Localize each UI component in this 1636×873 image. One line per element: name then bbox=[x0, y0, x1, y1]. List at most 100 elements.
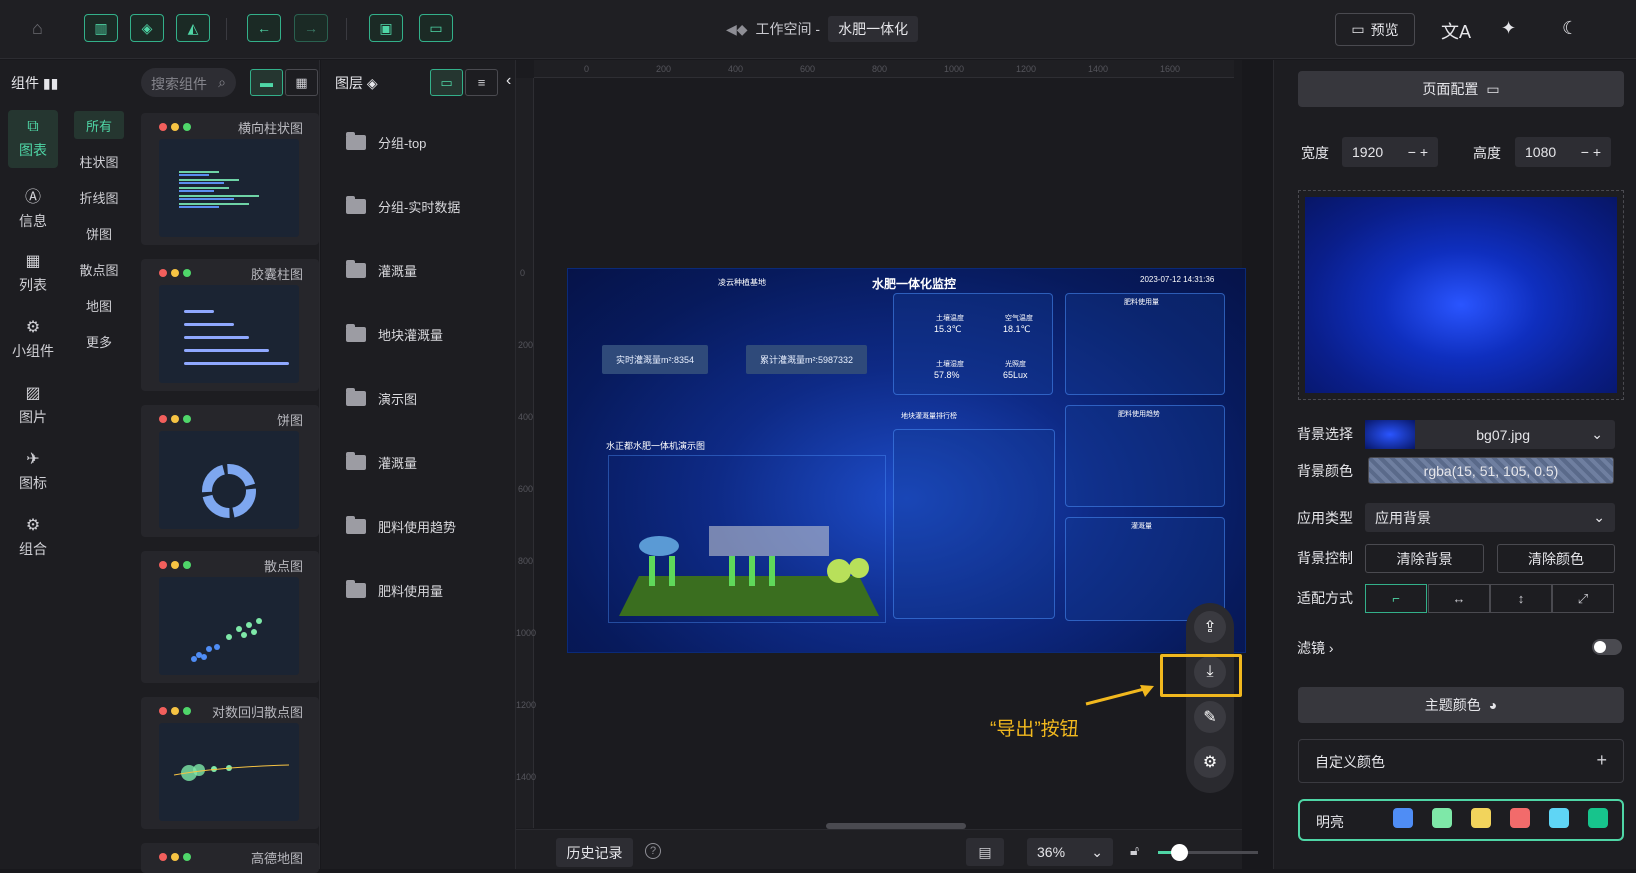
dark-mode-icon[interactable]: ☾ bbox=[1562, 18, 1578, 39]
project-name[interactable]: 水肥一体化 bbox=[828, 16, 919, 42]
details-toggle-button[interactable]: ◭ bbox=[176, 14, 210, 42]
component-card[interactable]: 横向柱状图 bbox=[141, 113, 319, 245]
zoom-slider[interactable] bbox=[1158, 844, 1258, 861]
folder-icon bbox=[346, 388, 366, 406]
ruler-tick: 1200 bbox=[1016, 64, 1037, 74]
lock-icon[interactable]: 🔓︎ bbox=[1130, 842, 1139, 859]
component-card[interactable]: 对数回归散点图 bbox=[141, 697, 319, 829]
minimap-icon[interactable]: ▤ bbox=[966, 838, 1004, 866]
save-button[interactable]: ▣ bbox=[369, 14, 403, 42]
subcategory-scatter[interactable]: 散点图 bbox=[74, 255, 124, 283]
filter-toggle[interactable] bbox=[1592, 639, 1622, 655]
dashboard-screen[interactable]: 凌云种植基地 水肥一体化监控 2023-07-12 14:31:36 实时灌溉量… bbox=[567, 268, 1246, 653]
layer-item[interactable]: 肥料使用量 bbox=[346, 580, 443, 600]
sensor-label: 空气温度 bbox=[1005, 315, 1033, 322]
subcategory-more[interactable]: 更多 bbox=[74, 327, 124, 355]
fit-default-button[interactable]: ⌐ bbox=[1365, 584, 1427, 613]
ruler-tick: 200 bbox=[656, 64, 672, 74]
fit-height-button[interactable]: ↕ bbox=[1490, 584, 1552, 613]
widget-icon: ⚙ bbox=[25, 319, 41, 336]
bg-image-select[interactable]: bg07.jpg ⌄ bbox=[1365, 420, 1615, 449]
redo-button[interactable]: → bbox=[294, 14, 328, 42]
undo-button[interactable]: ← bbox=[247, 14, 281, 42]
charts-toggle-button[interactable]: ▥ bbox=[84, 14, 118, 42]
component-card[interactable]: 胶囊柱图 bbox=[141, 259, 319, 391]
edit-icon[interactable]: ✎ bbox=[1194, 701, 1226, 733]
card-view-button[interactable]: ▬ bbox=[250, 69, 283, 96]
horizontal-ruler: 0 200 400 600 800 1000 1200 1400 1600 bbox=[534, 60, 1234, 78]
fit-width-button[interactable]: ↔ bbox=[1428, 584, 1490, 613]
canvas-h-scrollbar[interactable] bbox=[826, 823, 966, 829]
layer-item[interactable]: 演示图 bbox=[346, 388, 417, 408]
folder-icon bbox=[346, 324, 366, 342]
subcategory-all[interactable]: 所有 bbox=[74, 111, 124, 139]
width-label: 宽度 bbox=[1301, 145, 1329, 161]
theme-preset-bright[interactable]: 明亮 bbox=[1298, 799, 1624, 841]
layer-item[interactable]: 灌溉量 bbox=[346, 260, 417, 280]
minus-plus-icon[interactable]: − + bbox=[1581, 144, 1601, 160]
apply-type-select[interactable]: 应用背景 ⌄ bbox=[1365, 503, 1615, 532]
plane-icon: ✈ bbox=[26, 451, 40, 468]
category-info[interactable]: Ⓐ 信息 bbox=[8, 178, 58, 236]
grid-view-button[interactable]: ▦ bbox=[285, 69, 318, 96]
layer-thumb-view-button[interactable]: ▭ bbox=[430, 69, 463, 96]
sensor-value: 15.3℃ bbox=[934, 324, 962, 334]
theme-swatch bbox=[1432, 808, 1452, 828]
zoom-select[interactable]: 36% ⌄ bbox=[1027, 838, 1113, 866]
custom-color-row[interactable]: 自定义颜色 + bbox=[1298, 739, 1624, 783]
fit-full-button[interactable]: ⤢ bbox=[1552, 584, 1614, 613]
ruler-tick: 1000 bbox=[516, 628, 537, 638]
irrigation-title: 灌溉量 bbox=[1131, 523, 1152, 530]
magic-wand-icon[interactable]: ✦ bbox=[1501, 18, 1516, 39]
category-group[interactable]: ⚙ 组合 bbox=[8, 508, 58, 566]
width-input[interactable]: 1920 − + bbox=[1342, 137, 1438, 167]
collapse-chevron-icon[interactable]: ‹ bbox=[506, 72, 511, 90]
layer-list-view-button[interactable]: ≡ bbox=[465, 69, 498, 96]
translate-icon[interactable]: 文A bbox=[1441, 18, 1471, 44]
subcategory-bar[interactable]: 柱状图 bbox=[74, 147, 124, 175]
layer-item[interactable]: 分组-top bbox=[346, 132, 426, 152]
category-image[interactable]: ▨ 图片 bbox=[8, 376, 58, 434]
background-preview[interactable] bbox=[1298, 190, 1624, 400]
layer-item[interactable]: 地块灌溉量 bbox=[346, 324, 443, 344]
history-button[interactable]: 历史记录 bbox=[556, 838, 633, 867]
irrigation-diagram bbox=[608, 455, 886, 623]
layers-toggle-button[interactable]: ◈ bbox=[130, 14, 164, 42]
apply-type-label: 应用类型 bbox=[1297, 510, 1353, 526]
toolbar-divider bbox=[346, 18, 347, 40]
height-value: 1080 bbox=[1525, 144, 1557, 160]
clear-background-button[interactable]: 清除背景 bbox=[1365, 544, 1484, 573]
monitor-icon: ▭ bbox=[1351, 21, 1365, 37]
category-icon[interactable]: ✈ 图标 bbox=[8, 442, 58, 500]
home-icon[interactable]: ⌂ bbox=[32, 18, 43, 39]
component-search-input[interactable]: 搜索组件 ⌕ bbox=[141, 68, 236, 97]
layout-button[interactable]: ▭ bbox=[419, 14, 453, 42]
scatter-thumbnail bbox=[159, 577, 299, 675]
custom-color-label: 自定义颜色 bbox=[1315, 754, 1385, 770]
zoom-slider-handle[interactable] bbox=[1171, 844, 1188, 861]
layer-item[interactable]: 肥料使用趋势 bbox=[346, 516, 456, 536]
history-label: 历史记录 bbox=[566, 844, 623, 861]
clear-color-button[interactable]: 清除颜色 bbox=[1497, 544, 1615, 573]
bg-color-picker[interactable]: rgba(15, 51, 105, 0.5) bbox=[1368, 457, 1614, 484]
share-icon[interactable]: ⇪ bbox=[1194, 611, 1226, 643]
project-title: ◀◆ 工作空间 - 水肥一体化 bbox=[726, 16, 919, 42]
layer-item[interactable]: 灌溉量 bbox=[346, 452, 417, 472]
minus-plus-icon[interactable]: − + bbox=[1408, 144, 1428, 160]
plus-icon[interactable]: + bbox=[1596, 750, 1607, 771]
settings-icon[interactable]: ⚙ bbox=[1194, 746, 1226, 778]
height-input[interactable]: 1080 − + bbox=[1515, 137, 1611, 167]
help-icon[interactable]: ? bbox=[645, 843, 661, 859]
subcategory-line[interactable]: 折线图 bbox=[74, 183, 124, 211]
subcategory-map[interactable]: 地图 bbox=[74, 291, 124, 319]
component-card[interactable]: 饼图 bbox=[141, 405, 319, 537]
component-card[interactable]: 散点图 bbox=[141, 551, 319, 683]
ranking-title: 地块灌溉量排行榜 bbox=[901, 413, 957, 420]
category-widget[interactable]: ⚙ 小组件 bbox=[8, 310, 58, 368]
chevron-right-icon: › bbox=[1328, 640, 1334, 656]
category-table[interactable]: ▦ 列表 bbox=[8, 244, 58, 302]
layer-item[interactable]: 分组-实时数据 bbox=[346, 196, 460, 216]
category-chart[interactable]: ⧉ 图表 bbox=[8, 110, 58, 168]
preview-button[interactable]: ▭ 预览 bbox=[1335, 13, 1415, 46]
subcategory-pie[interactable]: 饼图 bbox=[74, 219, 124, 247]
